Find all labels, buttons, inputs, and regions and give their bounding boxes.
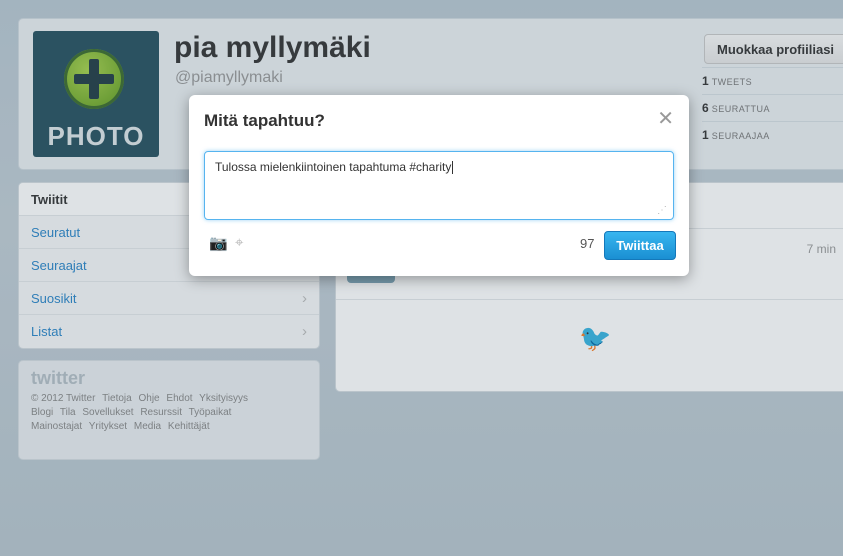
text-caret	[452, 161, 454, 175]
close-icon[interactable]: ✕	[657, 106, 674, 131]
dialog-title: Mitä tapahtuu?	[204, 111, 325, 130]
tweet-button[interactable]: Twiittaa	[604, 231, 676, 260]
tweet-textarea[interactable]: Tulossa mielenkiintoinen tapahtuma #char…	[204, 151, 674, 220]
compose-tweet-dialog: Mitä tapahtuu? ✕ Tulossa mielenkiintoine…	[189, 95, 689, 276]
resize-grip-icon[interactable]: ⋰	[657, 205, 667, 216]
camera-icon[interactable]: 📷	[209, 234, 228, 252]
tweet-text: Tulossa mielenkiintoinen tapahtuma #char…	[215, 160, 452, 174]
modal-overlay[interactable]	[0, 0, 843, 556]
character-count: 97	[580, 236, 595, 251]
location-icon[interactable]: ⌖	[235, 234, 243, 251]
